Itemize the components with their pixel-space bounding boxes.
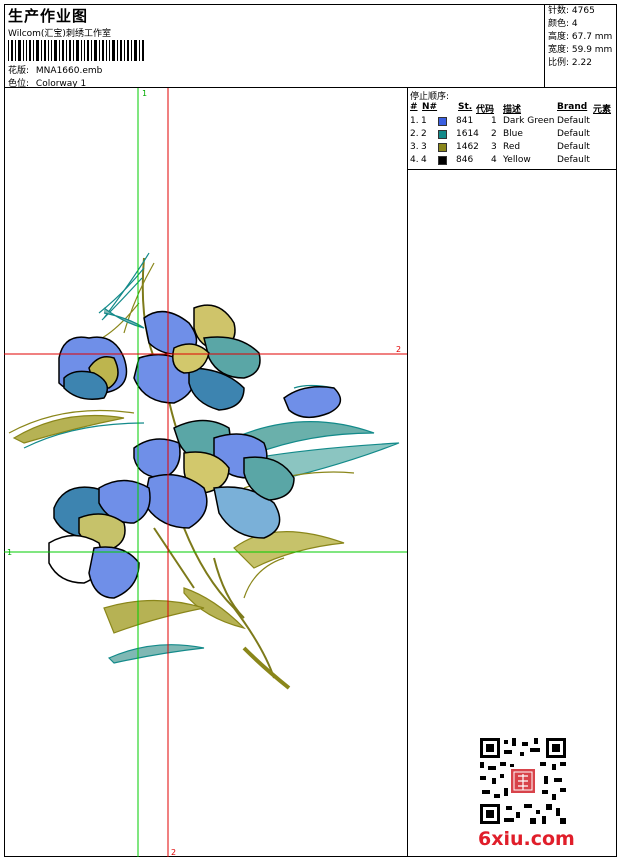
stop-row-code: 1 [491, 116, 497, 126]
stop-row-brand: Default [557, 155, 590, 165]
stop-row-code: 3 [491, 142, 497, 152]
col-header-n: N# [422, 102, 438, 112]
barcode [8, 40, 144, 61]
stop-row-description: Dark Green [503, 116, 555, 126]
col-header-stitches: St. [458, 102, 473, 112]
stop-row-number: 4 [421, 155, 427, 165]
stop-row-index: 4. [410, 155, 419, 165]
design-file-label: 花版: [8, 66, 30, 76]
design-file-name: MNA1660.emb [35, 66, 103, 76]
embroidery-design: 1 1 2 2 [4, 88, 407, 857]
guide-label-red-bottom: 2 [171, 848, 176, 857]
sheet-title: 生产作业图 [8, 7, 89, 25]
design-height: 高度: 67.7 mm [548, 32, 613, 42]
design-stats: 针数: 4765 颜色: 4 高度: 67.7 mm 宽度: 59.9 mm 比… [545, 4, 617, 88]
color-swatch [438, 130, 447, 139]
stop-row: 1. 1 841 1 Dark Green Default [408, 115, 617, 128]
stop-row-number: 3 [421, 142, 427, 152]
col-header-brand: Brand [557, 102, 588, 112]
stop-row-brand: Default [557, 129, 590, 139]
stop-row-brand: Default [557, 142, 590, 152]
stop-row-number: 2 [421, 129, 427, 139]
design-width: 宽度: 59.9 mm [548, 45, 613, 55]
stop-row-description: Yellow [503, 155, 531, 165]
stop-row: 2. 2 1614 2 Blue Default [408, 128, 617, 141]
design-file-line: 花版: MNA1660.emb [8, 63, 102, 76]
stop-row: 4. 4 846 4 Yellow Default [408, 154, 617, 167]
company-name: Wilcom(汇宝)刺绣工作室 [8, 29, 111, 39]
stop-row-index: 3. [410, 142, 419, 152]
stop-row-index: 1. [410, 116, 419, 126]
stop-row-stitches: 841 [456, 116, 474, 126]
stop-row-brand: Default [557, 116, 590, 126]
stop-row-stitches: 1462 [456, 142, 479, 152]
stop-sequence-table: 停止顺序: # N# St. 代码 描述 Brand 元素 1. 1 841 1 Dar… [408, 88, 617, 170]
stop-row-index: 2. [410, 129, 419, 139]
stop-row-description: Blue [503, 129, 523, 139]
qr-code [480, 738, 566, 824]
col-header-description: 描述 [503, 105, 522, 115]
stop-row: 3. 3 1462 3 Red Default [408, 141, 617, 154]
col-header-index: # [410, 102, 418, 112]
stitch-count: 针数: 4765 [548, 6, 595, 16]
stop-row-code: 2 [491, 129, 497, 139]
stop-row-number: 1 [421, 116, 427, 126]
col-header-element: 元素 [593, 105, 612, 115]
color-swatch [438, 143, 447, 152]
sheet-header: 生产作业图 Wilcom(汇宝)刺绣工作室 花版: MNA1660.emb 色位… [4, 4, 545, 89]
col-header-code: 代码 [476, 105, 495, 115]
color-swatch [438, 156, 447, 165]
stop-row-stitches: 1614 [456, 129, 479, 139]
stop-sequence-heading: 停止顺序: [410, 92, 450, 102]
stop-row-description: Red [503, 142, 521, 152]
watermark-site: 6xiu.com [478, 828, 575, 850]
stop-row-stitches: 846 [456, 155, 474, 165]
guide-label-red-right: 2 [396, 345, 401, 354]
guide-label-green-left: 1 [7, 548, 12, 557]
stop-row-code: 4 [491, 155, 497, 165]
color-swatch [438, 117, 447, 126]
design-scale: 比例: 2.22 [548, 58, 592, 68]
color-count: 颜色: 4 [548, 19, 578, 29]
design-canvas: 1 1 2 2 [4, 88, 408, 857]
guide-label-green-top: 1 [142, 89, 147, 98]
